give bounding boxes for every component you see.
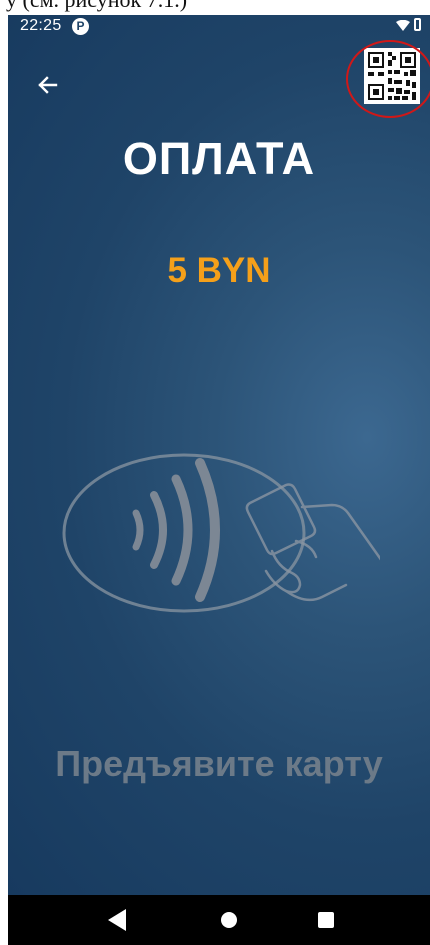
page-title: ОПЛАТА bbox=[122, 133, 316, 184]
square-recents-icon[interactable] bbox=[318, 912, 334, 928]
qr-highlight-ring bbox=[346, 40, 430, 118]
status-bar: 22:25 P bbox=[8, 15, 430, 39]
contactless-card-icon bbox=[62, 453, 380, 613]
triangle-back-icon[interactable] bbox=[108, 909, 126, 931]
status-time: 22:25 bbox=[20, 17, 62, 34]
navigation-bar bbox=[8, 895, 430, 945]
arrow-left-icon bbox=[38, 76, 58, 94]
back-button[interactable] bbox=[32, 69, 64, 101]
payment-screen: 22:25 P ОПЛАТА 5 BYN Предъявите карту bbox=[8, 15, 430, 895]
caption-text: у (см. рисунок 7.1.) bbox=[6, 0, 187, 13]
wifi-icon bbox=[396, 20, 410, 31]
parking-app-icon: P bbox=[72, 18, 89, 35]
payment-amount: 5 BYN bbox=[167, 251, 271, 290]
battery-icon bbox=[414, 18, 421, 31]
circle-home-icon[interactable] bbox=[221, 912, 237, 928]
present-card-prompt: Предъявите карту bbox=[55, 743, 383, 784]
phone-screenshot: 22:25 P ОПЛАТА 5 BYN Предъявите карту bbox=[8, 15, 430, 945]
